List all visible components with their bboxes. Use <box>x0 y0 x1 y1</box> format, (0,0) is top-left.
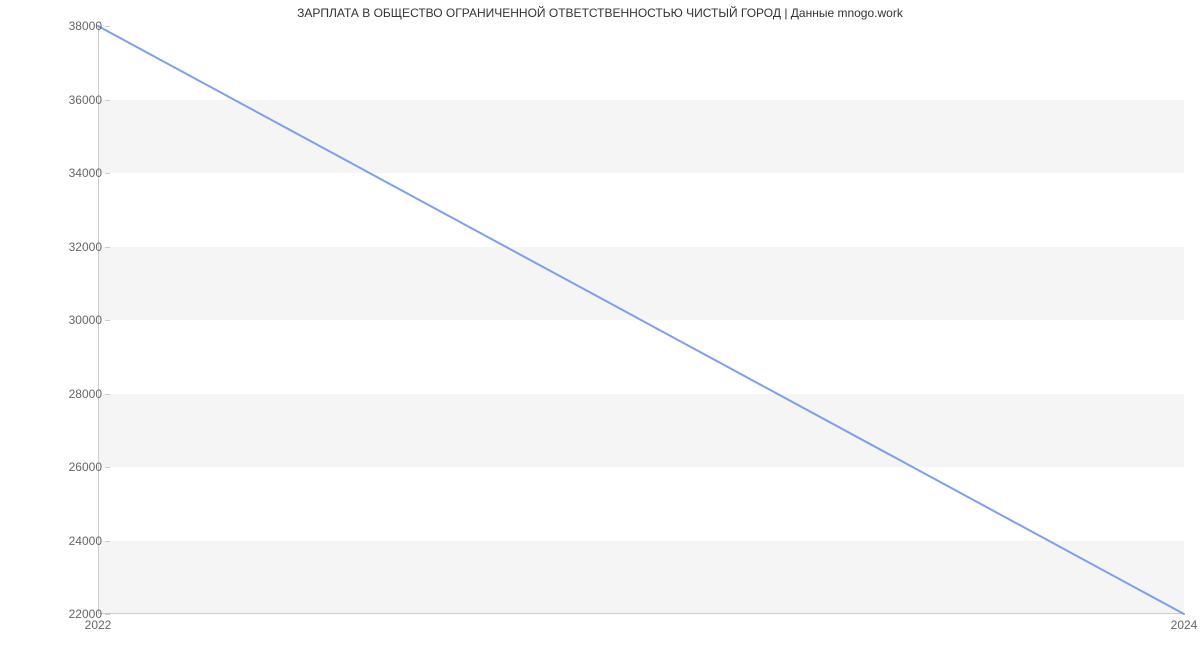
y-tick-label: 24000 <box>12 534 102 548</box>
y-tick-label: 28000 <box>12 387 102 401</box>
y-tick-label: 26000 <box>12 460 102 474</box>
y-tick-label: 30000 <box>12 313 102 327</box>
series-line <box>98 26 1184 614</box>
plot-area <box>98 26 1184 614</box>
y-tick-label: 38000 <box>12 19 102 33</box>
chart-title: ЗАРПЛАТА В ОБЩЕСТВО ОГРАНИЧЕННОЙ ОТВЕТСТ… <box>0 6 1200 20</box>
chart-container: ЗАРПЛАТА В ОБЩЕСТВО ОГРАНИЧЕННОЙ ОТВЕТСТ… <box>0 0 1200 650</box>
y-tick-label: 34000 <box>12 166 102 180</box>
y-tick-label: 32000 <box>12 240 102 254</box>
x-tick-label: 2024 <box>1171 618 1198 632</box>
x-tick-label: 2022 <box>85 618 112 632</box>
line-layer <box>98 26 1184 614</box>
y-tick-label: 36000 <box>12 93 102 107</box>
